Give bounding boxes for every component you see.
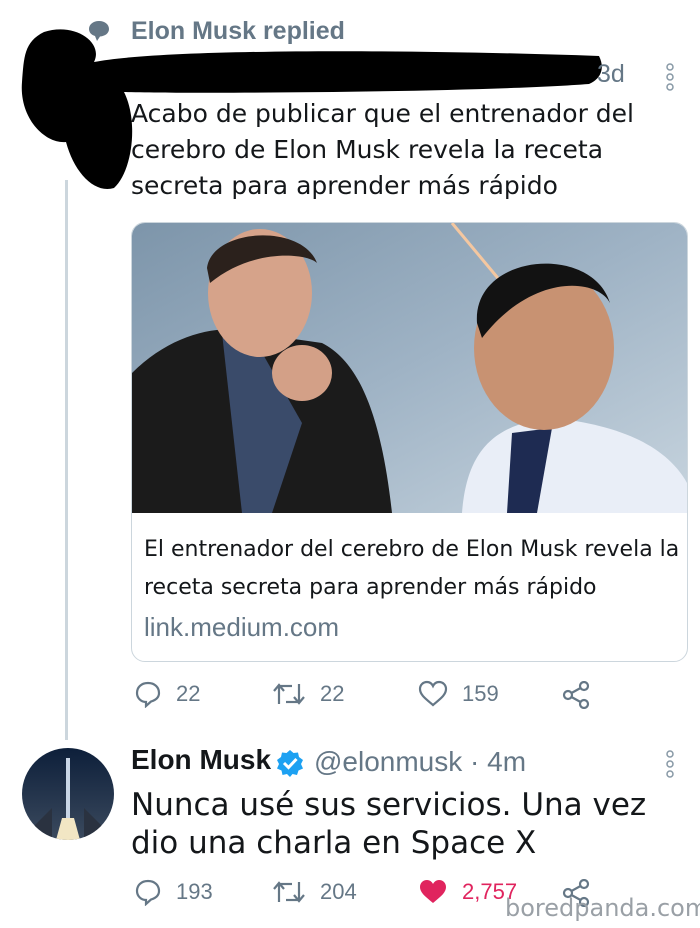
more-options-icon[interactable] [666, 63, 674, 91]
verified-badge-icon [277, 750, 303, 777]
heart-icon [418, 680, 448, 707]
card-title: El entrenador del cerebro de Elon Musk r… [144, 537, 680, 600]
watermark: boredpanda.com [505, 894, 700, 922]
author-handle-time[interactable]: @elonmusk · 4m [314, 746, 526, 778]
like-button[interactable]: 2,757 [418, 878, 517, 906]
heart-filled-icon [420, 880, 446, 903]
reply-icon [135, 879, 161, 906]
reply-button[interactable]: 22 [134, 680, 200, 708]
link-preview-card[interactable]: El entrenador del cerebro de Elon Musk r… [131, 222, 688, 662]
more-options-icon[interactable] [666, 750, 674, 778]
share-icon[interactable] [562, 681, 590, 709]
reply-count: 193 [176, 879, 213, 904]
retweet-icon [273, 881, 305, 903]
retweet-icon [273, 683, 305, 705]
tweet-timestamp[interactable]: 3d [597, 60, 625, 89]
card-photo [132, 223, 687, 513]
retweet-button[interactable]: 204 [272, 878, 357, 906]
card-link[interactable]: link.medium.com [144, 612, 339, 643]
like-count: 159 [462, 681, 499, 706]
retweet-count: 204 [320, 879, 357, 904]
like-button[interactable]: 159 [418, 680, 499, 708]
retweet-button[interactable]: 22 [272, 680, 344, 708]
thread-line [65, 180, 68, 740]
reply-count: 22 [176, 681, 201, 706]
author-name[interactable]: Elon Musk [131, 744, 271, 776]
reply-button[interactable]: 193 [134, 878, 213, 906]
reply-tweet-text: Acabo de publicar que el entrenador del … [131, 99, 635, 200]
reply-icon [135, 681, 161, 708]
tweet-text: Nunca usé sus servicios. Una vez dio una… [131, 787, 647, 861]
avatar[interactable] [22, 748, 114, 840]
retweet-count: 22 [320, 681, 345, 706]
